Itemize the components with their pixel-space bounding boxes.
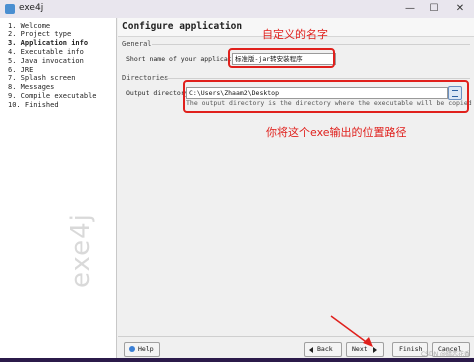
title-bar: exe4j — ☐ ✕ xyxy=(0,0,474,18)
name-annotation: 自定义的名字 xyxy=(262,28,328,41)
page-title: Configure application xyxy=(122,21,243,32)
next-button-arrow-annotation xyxy=(330,315,373,347)
arrow-head xyxy=(363,337,373,347)
close-button[interactable]: ✕ xyxy=(450,0,470,18)
step-application-info[interactable]: 3. Application info xyxy=(8,39,88,47)
directories-divider xyxy=(164,78,470,79)
step-project-type[interactable]: 2. Project type xyxy=(8,30,71,38)
path-annotation: 你将这个exe输出的位置路径 xyxy=(266,126,407,139)
step-java-invocation[interactable]: 5. Java invocation xyxy=(8,57,84,65)
step-executable-info[interactable]: 4. Executable info xyxy=(8,48,84,56)
arrow-shaft xyxy=(330,315,370,345)
window-title: exe4j xyxy=(19,3,44,13)
main-panel: Configure application General Short name… xyxy=(118,18,474,358)
footer-credit: CSDN @暗恋花香 xyxy=(420,351,470,358)
step-messages[interactable]: 8. Messages xyxy=(8,83,54,91)
step-finished[interactable]: 10. Finished xyxy=(8,101,59,109)
wizard-steps-sidebar: 1. Welcome 2. Project type 3. Applicatio… xyxy=(0,18,117,358)
back-arrow-icon xyxy=(309,347,313,353)
directories-section-label: Directories xyxy=(122,74,169,82)
short-name-highlight-box xyxy=(228,48,335,68)
maximize-button[interactable]: ☐ xyxy=(424,0,444,18)
finish-button-label: Finish xyxy=(399,345,423,353)
step-compile-executable[interactable]: 9. Compile executable xyxy=(8,92,97,100)
help-button[interactable]: Help xyxy=(124,342,160,357)
step-splash-screen[interactable]: 7. Splash screen xyxy=(8,74,75,82)
minimize-button[interactable]: — xyxy=(400,0,420,18)
exe4j-watermark: exe4j xyxy=(66,213,96,288)
general-section-label: General xyxy=(122,40,152,48)
general-divider xyxy=(152,44,470,45)
button-bar-divider xyxy=(118,336,474,337)
output-directory-highlight-box xyxy=(183,80,469,113)
step-jre[interactable]: 6. JRE xyxy=(8,66,33,74)
exe4j-app-icon xyxy=(5,4,15,14)
help-button-label: Help xyxy=(138,345,154,353)
help-icon xyxy=(129,346,135,352)
step-welcome[interactable]: 1. Welcome xyxy=(8,22,50,30)
